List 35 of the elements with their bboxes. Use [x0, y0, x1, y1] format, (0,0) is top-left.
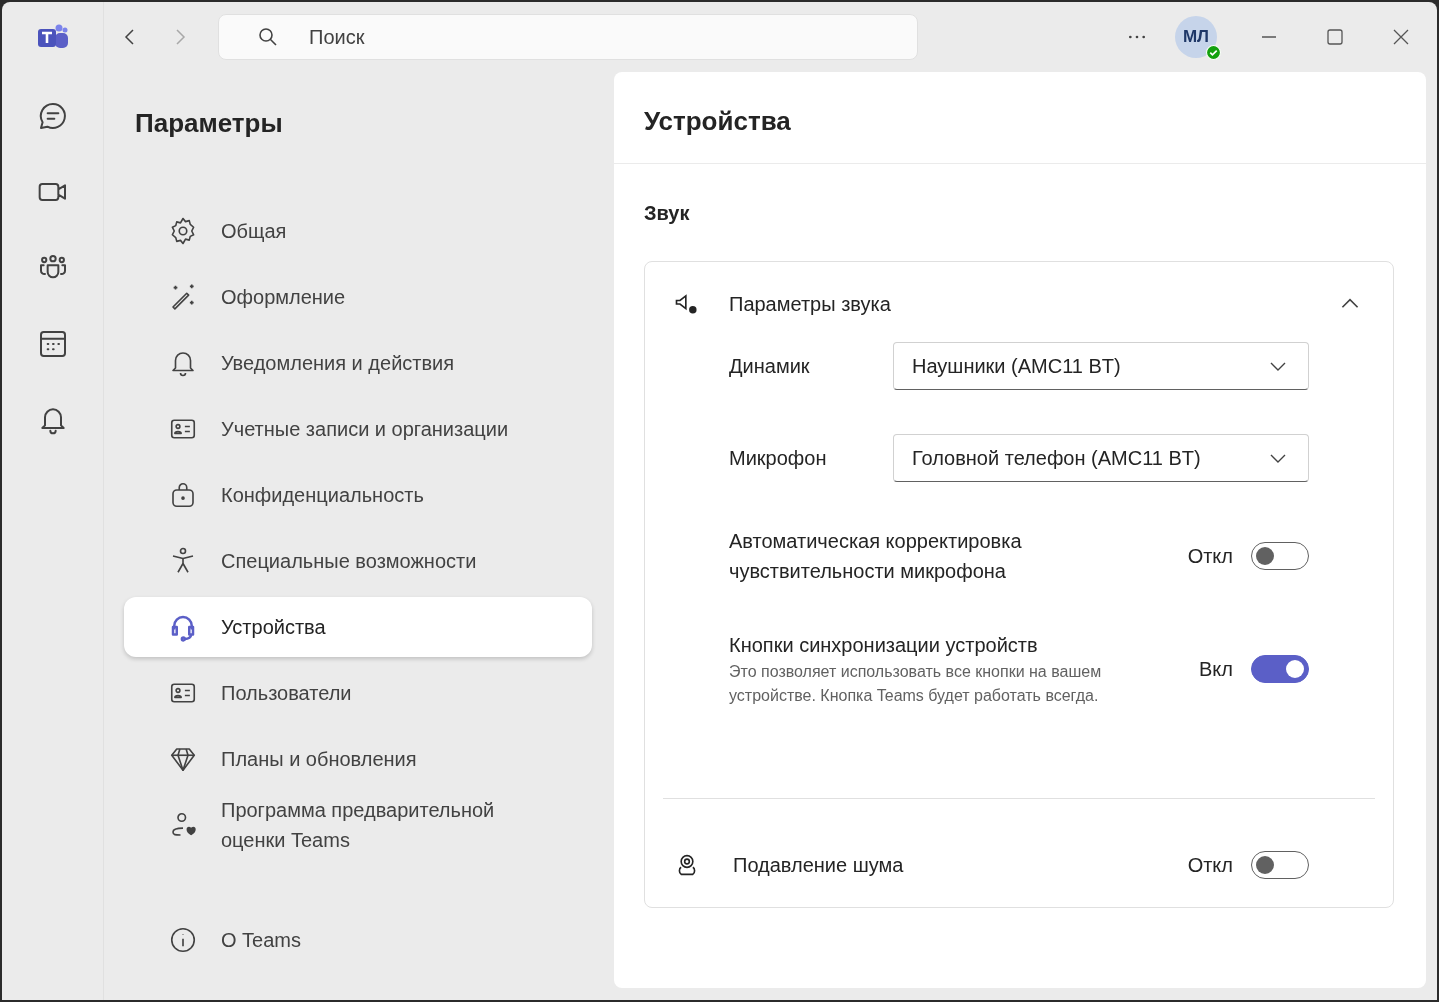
settings-nav-item[interactable]: Специальные возможности: [124, 531, 592, 591]
toggle-state: Вкл: [1199, 657, 1233, 681]
section-title: Звук: [644, 202, 691, 225]
settings-nav-item[interactable]: Общая: [124, 201, 592, 261]
search-field[interactable]: Поиск: [218, 14, 918, 60]
dropdown[interactable]: Головной телефон (AMC11 BT): [893, 434, 1309, 482]
close-icon[interactable]: [1391, 27, 1411, 47]
setting-label: Микрофон: [729, 446, 828, 470]
toggle-switch[interactable]: [1251, 655, 1309, 683]
setting-label: Автоматическая корректировка чувствительности микрофона: [729, 529, 1023, 584]
settings-title: Параметры: [134, 108, 284, 139]
settings-nav-item[interactable]: О Teams: [124, 910, 592, 970]
toggle-state: Откл: [1187, 544, 1233, 568]
setting-description: Это позволяет использовать все кнопки на вашем устройстве. Кнопка Teams будет работать всегда.: [729, 662, 1103, 706]
page-title: Устройства: [614, 72, 1426, 164]
toggle-state: Откл: [1187, 853, 1233, 877]
settings-nav-item[interactable]: Устройства: [124, 597, 592, 657]
settings-nav-item[interactable]: Пользователи: [124, 663, 592, 723]
settings-nav-item[interactable]: Конфиденциальность: [124, 465, 592, 525]
maximize-icon[interactable]: [1325, 27, 1345, 47]
setting-label: Подавление шума: [733, 853, 905, 877]
settings-nav-item[interactable]: Программа предварительной оценки Teams: [124, 795, 592, 855]
settings-nav-item[interactable]: Уведомления и действия: [124, 333, 592, 393]
settings-nav-item[interactable]: Планы и обновления: [124, 729, 592, 789]
setting-label: Кнопки синхронизации устройств: [729, 633, 1039, 658]
settings-nav-item[interactable]: Оформление: [124, 267, 592, 327]
info-icon: [168, 925, 198, 955]
more-icon[interactable]: [1127, 34, 1147, 40]
card-title: Параметры звука: [729, 292, 892, 316]
setting-label: Динамик: [729, 354, 811, 378]
dropdown[interactable]: Наушники (AMC11 BT): [893, 342, 1309, 390]
settings-nav-item[interactable]: Учетные записи и организации: [124, 399, 592, 459]
toggle-switch[interactable]: [1251, 851, 1309, 879]
presence-check-icon: [1206, 45, 1221, 60]
toggle-switch[interactable]: [1251, 542, 1309, 570]
